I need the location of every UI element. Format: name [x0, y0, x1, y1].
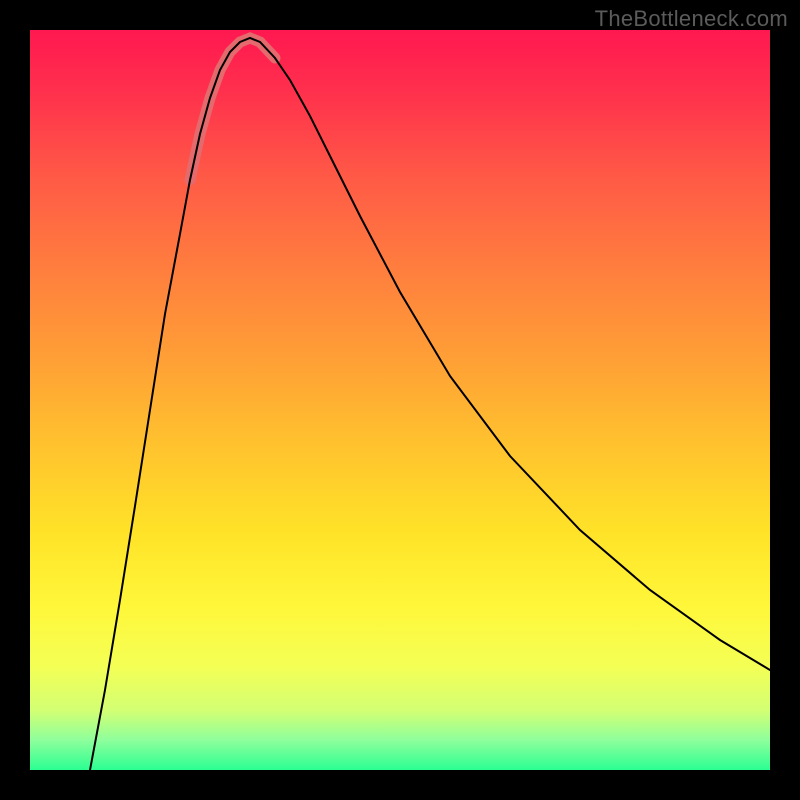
chart-svg	[30, 30, 770, 770]
watermark-text: TheBottleneck.com	[595, 6, 788, 32]
chart-plot-area	[30, 30, 770, 770]
curve-highlight	[190, 38, 275, 180]
